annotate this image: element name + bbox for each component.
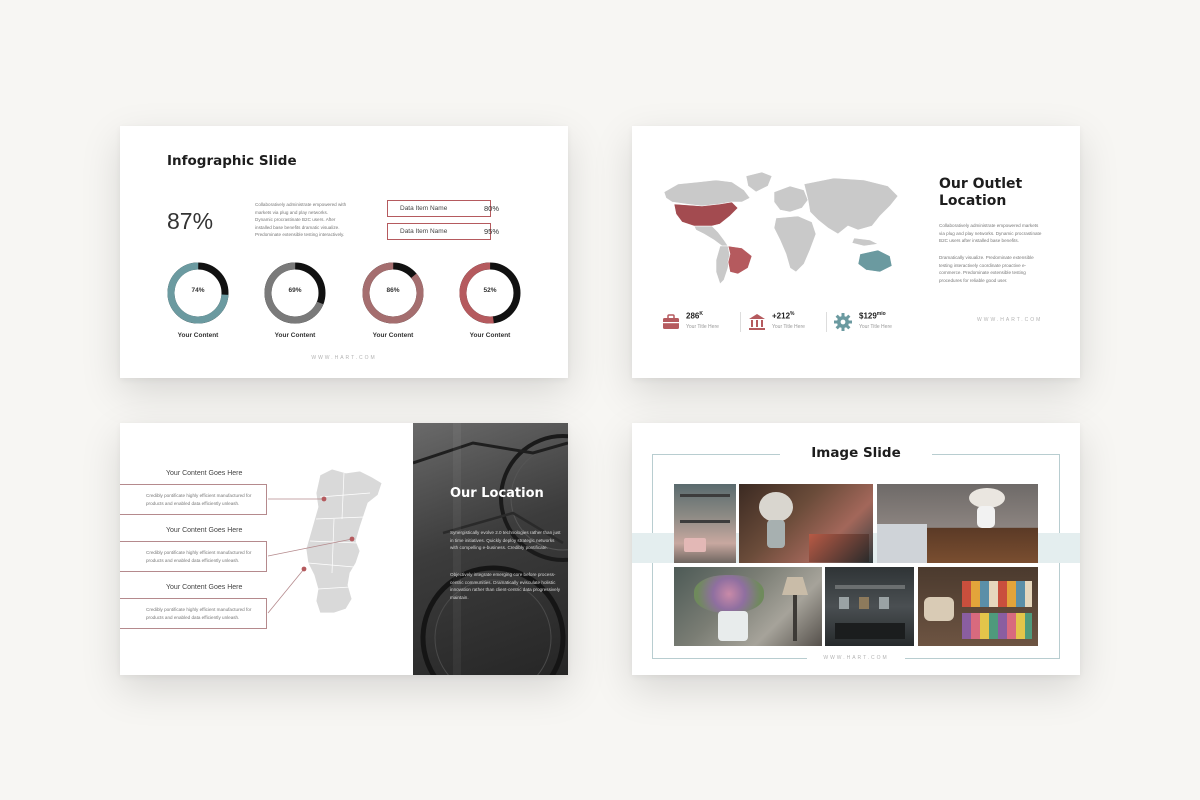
paragraph-text: Collaboratively administrate empowered m… bbox=[939, 223, 1042, 243]
stat-value: +212% bbox=[772, 311, 795, 321]
gallery-image-yarn-crates bbox=[918, 567, 1038, 646]
donut-value: 74% bbox=[191, 287, 205, 294]
briefcase-icon bbox=[663, 314, 679, 329]
donut-chart: 69% bbox=[264, 262, 326, 324]
gallery-image-kitchen bbox=[825, 567, 914, 646]
donut-caption: Your Content bbox=[177, 332, 219, 339]
donut-chart: 86% bbox=[362, 262, 424, 324]
stat-value: 286K bbox=[686, 311, 703, 321]
data-item-label: Data Item Name bbox=[400, 228, 448, 235]
canada-shape bbox=[663, 179, 751, 207]
bicycle-photo: Our Location Synergistically evolve 2.0 … bbox=[413, 423, 568, 675]
data-item-percent: 80% bbox=[484, 204, 500, 213]
stat-value: $129mio bbox=[859, 311, 886, 321]
outlet-location-slide: Our Outlet Location Collaboratively admi… bbox=[632, 126, 1080, 378]
data-item-box: Data Item Name bbox=[387, 223, 491, 240]
stat-caption: Your Title Here bbox=[772, 324, 805, 330]
data-item-label: Data Item Name bbox=[400, 205, 448, 212]
brazil-shape bbox=[727, 245, 753, 275]
donut-caption: Your Content bbox=[372, 332, 414, 339]
indonesia-shape bbox=[851, 237, 879, 247]
footer-url: WWW.HART.COM bbox=[977, 317, 1043, 323]
image-slide: Image Slide WWW.HART.COM bbox=[632, 423, 1080, 675]
bank-icon bbox=[749, 314, 765, 330]
portugal-map bbox=[267, 468, 383, 614]
europe-shape bbox=[773, 185, 809, 213]
gear-icon bbox=[834, 313, 852, 331]
gallery-image-vase-tulips bbox=[877, 484, 1038, 563]
donut-value: 52% bbox=[483, 287, 497, 294]
gallery-image-shelf bbox=[674, 484, 736, 563]
donut-caption: Your Content bbox=[469, 332, 511, 339]
gallery-image-bouquet-lamp bbox=[674, 567, 822, 646]
slide-title: Our Outlet Location bbox=[939, 176, 1023, 209]
location-title: Our Location bbox=[450, 486, 544, 501]
usa-shape bbox=[673, 201, 739, 227]
data-item-box: Data Item Name bbox=[387, 200, 491, 217]
footer-url: WWW.HART.COM bbox=[823, 655, 889, 661]
mexico-shape bbox=[693, 225, 729, 247]
big-percent: 87% bbox=[167, 208, 214, 234]
footer-url: WWW.HART.COM bbox=[311, 355, 377, 361]
slide-title: Infographic Slide bbox=[167, 153, 297, 169]
divider bbox=[740, 312, 741, 332]
stat-caption: Your Title Here bbox=[859, 324, 892, 330]
asia-shape bbox=[803, 177, 899, 235]
stat-caption: Your Title Here bbox=[686, 324, 719, 330]
paragraph-text: Synergistically evolve 2.0 technologies … bbox=[450, 530, 561, 550]
description-text: Collaboratively administrate empowered w… bbox=[255, 202, 347, 237]
divider bbox=[826, 312, 827, 332]
infographic-slide: Infographic Slide 87% Collaboratively ad… bbox=[120, 126, 568, 378]
paragraph-text: Objectively integrate emerging core befo… bbox=[450, 572, 561, 600]
australia-shape bbox=[857, 249, 893, 273]
slide-title: Image Slide bbox=[811, 445, 901, 461]
africa-shape bbox=[773, 215, 817, 273]
greenland-shape bbox=[745, 171, 773, 193]
donut-value: 86% bbox=[386, 287, 400, 294]
gallery-image-flowers-jar bbox=[739, 484, 873, 563]
world-map bbox=[663, 171, 899, 285]
donut-chart: 52% bbox=[459, 262, 521, 324]
data-item-percent: 95% bbox=[484, 227, 500, 236]
donut-chart: 74% bbox=[167, 262, 229, 324]
our-location-slide: Your Content Goes Here Credibly pontific… bbox=[120, 423, 568, 675]
donut-caption: Your Content bbox=[274, 332, 316, 339]
paragraph-text: Dramatically visualize. Predominate exte… bbox=[939, 255, 1034, 283]
donut-value: 69% bbox=[288, 287, 302, 294]
south-america-left-shape bbox=[715, 245, 731, 285]
